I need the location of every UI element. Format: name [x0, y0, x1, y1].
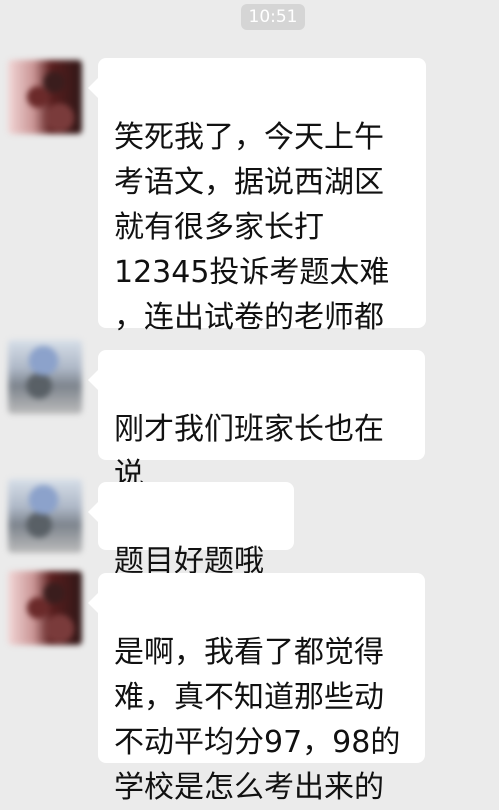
message-bubble-4: 是啊，我看了都觉得 难，真不知道那些动 不动平均分97，98的 学校是怎么考出来…: [88, 573, 425, 805]
avatar[interactable]: [8, 340, 82, 414]
message-text: 刚才我们班家长也在 说: [114, 412, 384, 492]
avatar[interactable]: [8, 60, 82, 134]
message-bubble-3: 题目好题哦: [88, 482, 294, 579]
message-bubble-1: 笑死我了，今天上午 考语文，据说西湖区 就有很多家长打 12345投诉考题太难 …: [88, 58, 426, 421]
message-bubble-2: 刚才我们班家长也在 说: [88, 350, 425, 492]
message-text: 是啊，我看了都觉得 难，真不知道那些动 不动平均分97，98的 学校是怎么考出来…: [114, 635, 401, 805]
avatar[interactable]: [8, 571, 82, 645]
time-stamp: 10:51: [241, 4, 305, 30]
avatar[interactable]: [8, 479, 82, 553]
